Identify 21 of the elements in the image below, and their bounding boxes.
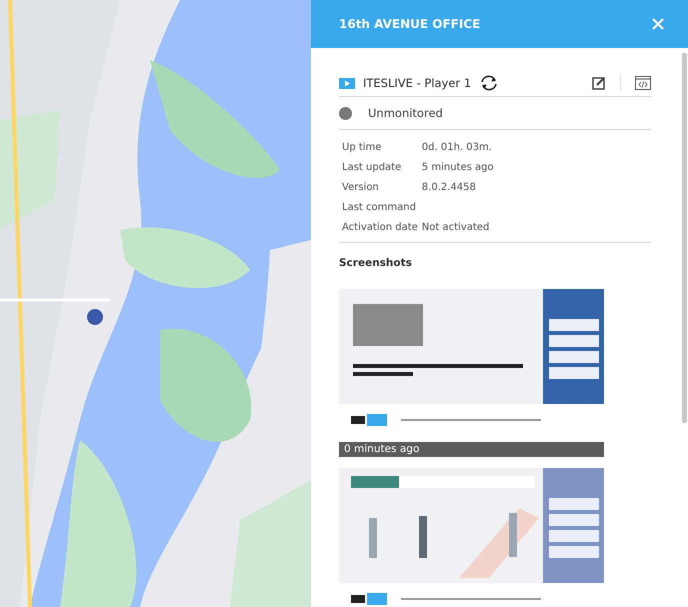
detail-value: 8.0.2.4458 — [422, 181, 477, 195]
refresh-icon[interactable] — [479, 74, 500, 92]
detail-label: Version — [342, 181, 380, 195]
detail-label: Last command — [342, 201, 417, 215]
section-heading: Screenshots — [339, 257, 413, 269]
detail-label: Activation date — [342, 221, 418, 235]
detail-label: Up time — [342, 141, 382, 155]
close-button[interactable] — [650, 16, 666, 32]
status-dot — [339, 106, 352, 120]
player-name: ITESLIVE - Player 1 — [363, 76, 472, 90]
detail-value: 5 minutes ago — [422, 161, 495, 175]
detail-value: 0d. 01h. 03m. — [422, 141, 493, 155]
play-icon — [339, 78, 355, 88]
screenshot-caption: 0 minutes ago — [339, 442, 604, 457]
edit-icon[interactable] — [592, 76, 606, 90]
status-label: Unmonitored — [368, 106, 443, 120]
scrollbar[interactable] — [682, 53, 687, 423]
detail-value: Not activated — [422, 221, 490, 235]
panel-title: 16th AVENUE OFFICE — [339, 17, 482, 31]
detail-label: Last update — [342, 161, 402, 175]
code-icon[interactable] — [635, 76, 651, 90]
